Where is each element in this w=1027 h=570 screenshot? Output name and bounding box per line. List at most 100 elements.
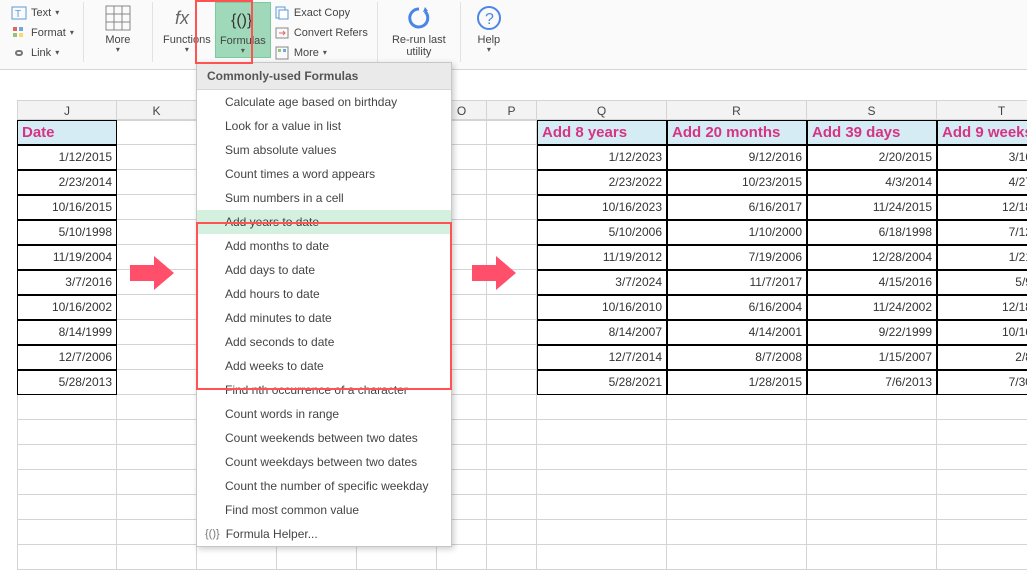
cell[interactable] [537,445,667,470]
column-header[interactable]: P [487,100,537,120]
cell[interactable] [807,445,937,470]
column-header[interactable]: R [667,100,807,120]
dropdown-item[interactable]: Find most common value [197,498,451,522]
cell[interactable]: 10/16/2010 [537,295,667,320]
dropdown-item[interactable]: Add months to date [197,234,451,258]
cell[interactable]: 12/7/2006 [17,345,117,370]
cell[interactable] [17,470,117,495]
dropdown-item[interactable]: Count weekends between two dates [197,426,451,450]
dropdown-item[interactable]: Add minutes to date [197,306,451,330]
link-button[interactable]: Link▾ [8,44,77,62]
dropdown-item[interactable]: Count words in range [197,402,451,426]
cell[interactable] [667,420,807,445]
cell[interactable] [487,170,537,195]
convert-refers-button[interactable]: Convert Refers [271,24,371,42]
cell[interactable]: 3/7/2016 [17,270,117,295]
cell[interactable]: 11/24/2015 [807,195,937,220]
cell[interactable]: 8/14/2007 [537,320,667,345]
cell[interactable]: 1/10/2000 [667,220,807,245]
cell[interactable]: 2/8/2007 [937,345,1027,370]
cell[interactable] [117,320,197,345]
cell[interactable]: 2/23/2014 [17,170,117,195]
cell[interactable] [807,420,937,445]
help-button[interactable]: ? Help▾ [467,2,511,56]
cell[interactable] [117,295,197,320]
dropdown-item[interactable]: Add weeks to date [197,354,451,378]
cell[interactable] [437,545,487,570]
cell[interactable]: 10/16/1999 [937,320,1027,345]
cell[interactable]: 1/12/2023 [537,145,667,170]
cell[interactable]: 8/14/1999 [17,320,117,345]
cell[interactable]: 4/14/2001 [667,320,807,345]
cell[interactable] [487,220,537,245]
cell[interactable] [17,395,117,420]
dropdown-item[interactable]: Sum absolute values [197,138,451,162]
cell[interactable] [487,545,537,570]
cell[interactable] [537,520,667,545]
cell[interactable]: 1/21/2005 [937,245,1027,270]
dropdown-item[interactable]: Look for a value in list [197,114,451,138]
cell[interactable] [117,395,197,420]
cell[interactable] [807,395,937,420]
cell[interactable]: 12/18/2015 [937,195,1027,220]
cell[interactable] [537,470,667,495]
cell[interactable]: 1/28/2015 [667,370,807,395]
text-button[interactable]: T Text▾ [8,4,77,22]
cell[interactable] [17,445,117,470]
cell[interactable] [17,545,117,570]
cell[interactable]: 10/23/2015 [667,170,807,195]
column-header[interactable]: Q [537,100,667,120]
cell[interactable]: 7/6/2013 [807,370,937,395]
cell[interactable]: 5/10/2006 [537,220,667,245]
cell[interactable]: 5/10/1998 [17,220,117,245]
more1-button[interactable]: More▾ [90,2,146,56]
cell[interactable] [117,445,197,470]
functions-button[interactable]: fx Functions▾ [159,2,215,56]
cell[interactable]: 4/3/2014 [807,170,937,195]
cell[interactable] [117,420,197,445]
column-header[interactable]: T [937,100,1027,120]
dropdown-item[interactable]: Add seconds to date [197,330,451,354]
cell[interactable]: 6/16/2017 [667,195,807,220]
cell[interactable] [117,370,197,395]
cell[interactable]: 1/15/2007 [807,345,937,370]
cell[interactable] [667,395,807,420]
cell[interactable] [487,395,537,420]
rerun-button[interactable]: Re-run last utility [384,2,454,60]
cell[interactable]: 7/30/2013 [937,370,1027,395]
dropdown-item[interactable]: Add hours to date [197,282,451,306]
cell[interactable]: 6/18/1998 [807,220,937,245]
cell[interactable]: Add 20 months [667,120,807,145]
cell[interactable]: 5/9/2016 [937,270,1027,295]
cell[interactable]: 8/7/2008 [667,345,807,370]
cell[interactable] [117,545,197,570]
dropdown-item[interactable]: Add years to date [197,210,451,234]
more2-button[interactable]: More▾ [271,44,371,62]
cell[interactable] [277,545,357,570]
cell[interactable] [487,420,537,445]
formula-helper-item[interactable]: {()} Formula Helper... [197,522,451,546]
dropdown-item[interactable]: Add days to date [197,258,451,282]
cell[interactable] [807,495,937,520]
cell[interactable] [537,495,667,520]
cell[interactable] [487,195,537,220]
cell[interactable] [487,470,537,495]
cell[interactable]: 10/16/2015 [17,195,117,220]
cell[interactable]: 5/28/2013 [17,370,117,395]
cell[interactable] [117,470,197,495]
cell[interactable]: Add 39 days [807,120,937,145]
cell[interactable] [117,120,197,145]
column-header[interactable]: K [117,100,197,120]
cell[interactable]: 12/28/2004 [807,245,937,270]
cell[interactable] [537,420,667,445]
dropdown-item[interactable]: Count weekdays between two dates [197,450,451,474]
cell[interactable]: 5/28/2021 [537,370,667,395]
cell[interactable]: 2/23/2022 [537,170,667,195]
format-button[interactable]: Format▾ [8,24,77,42]
cell[interactable]: 10/16/2023 [537,195,667,220]
cell[interactable] [807,520,937,545]
cell[interactable] [667,495,807,520]
cell[interactable] [117,145,197,170]
cell[interactable] [537,545,667,570]
cell[interactable]: 3/16/2015 [937,145,1027,170]
